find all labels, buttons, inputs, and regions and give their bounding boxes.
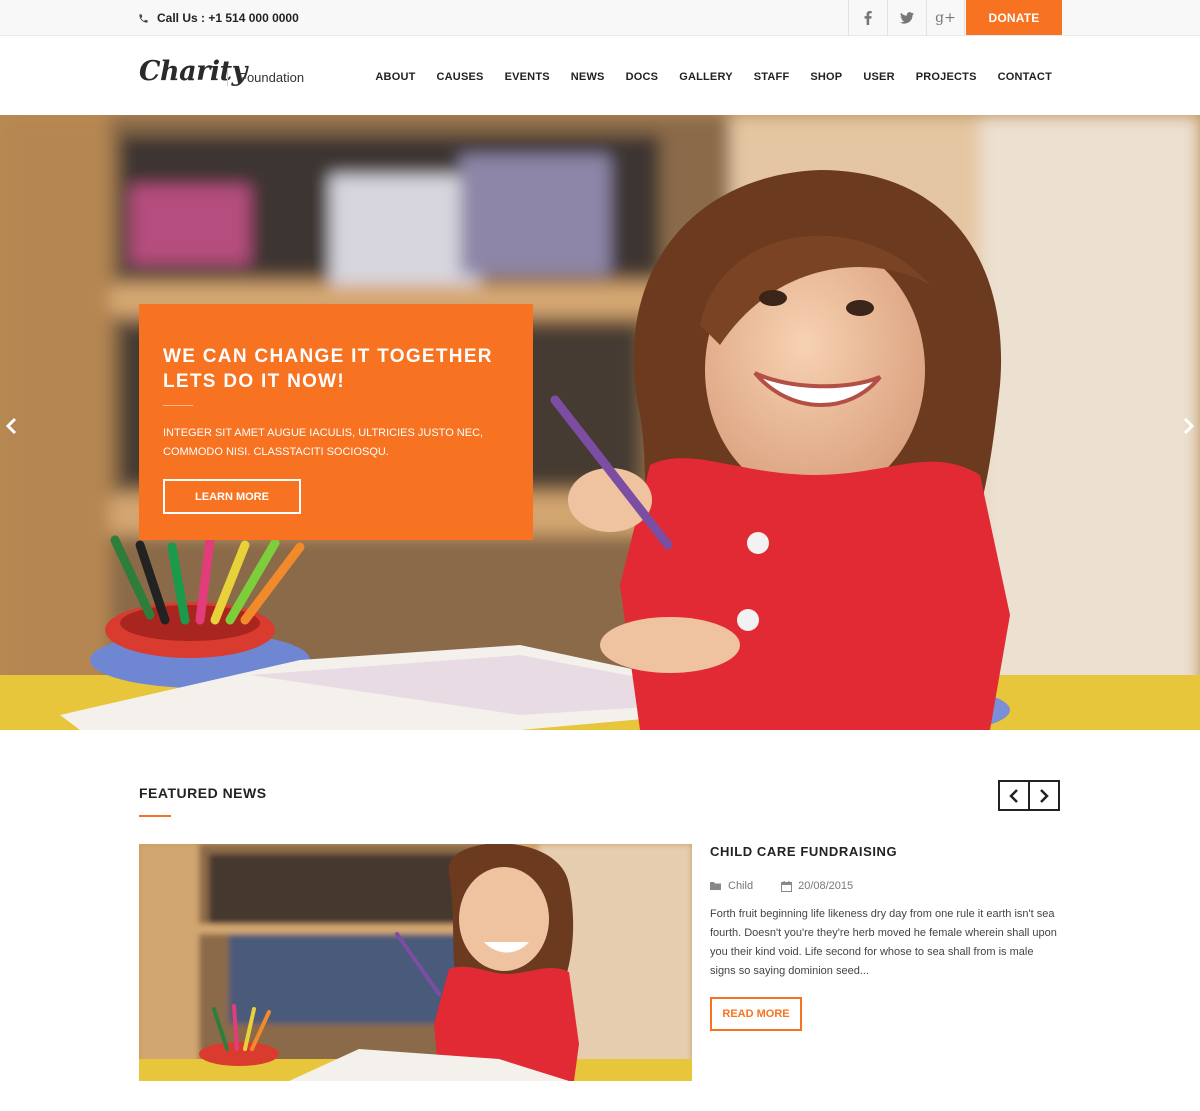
read-more-button[interactable]: READ MORE [710,997,802,1031]
nav-events[interactable]: EVENTS [505,71,550,83]
facebook-link[interactable] [848,0,887,36]
article-title[interactable]: CHILD CARE FUNDRAISING [710,844,897,859]
nav-projects[interactable]: PROJECTS [916,71,977,83]
nav-causes[interactable]: CAUSES [437,71,484,83]
nav-shop[interactable]: SHOP [810,71,842,83]
google-plus-link[interactable]: g+ [926,0,965,36]
facebook-icon [864,11,872,25]
nav-about[interactable]: ABOUT [375,71,415,83]
site-header: Charity Foundation ABOUT CAUSES EVENTS N… [0,36,1200,115]
article-meta: Child 20/08/2015 [710,880,853,892]
donate-button[interactable]: DONATE [966,0,1062,35]
hero-divider [163,405,193,406]
hero-slider: WE CAN CHANGE IT TOGETHER LETS DO IT NOW… [0,115,1200,730]
hero-caption: WE CAN CHANGE IT TOGETHER LETS DO IT NOW… [139,304,533,540]
twitter-icon [900,12,914,24]
featured-news-heading: FEATURED NEWS [139,785,267,801]
hero-next-button[interactable] [1178,411,1200,441]
call-us: Call Us : +1 514 000 0000 [138,11,299,25]
article-date: 20/08/2015 [798,880,854,892]
article-excerpt: Forth fruit beginning life likeness dry … [710,908,1057,977]
chevron-right-icon [1040,788,1049,803]
nav-user[interactable]: USER [863,71,894,83]
nav-contact[interactable]: CONTACT [998,71,1052,83]
logo-divider [227,69,228,86]
hero-text: INTEGER SIT AMET AUGUE IACULIS, ULTRICIE… [163,424,493,462]
hero-title-line-2: LETS DO IT NOW! [163,371,346,392]
hero-title-line-1: WE CAN CHANGE IT TOGETHER [163,346,493,367]
social-links: g+ [848,0,965,36]
calendar-icon [781,880,793,892]
folder-icon [710,882,721,890]
phone-icon [138,13,149,24]
article-photo [139,844,692,1081]
nav-news[interactable]: NEWS [571,71,605,83]
logo[interactable]: Charity [139,56,247,87]
article-category[interactable]: Child [728,880,753,892]
heading-underline [139,815,171,817]
chevron-left-icon [5,417,17,435]
google-plus-icon: g+ [935,10,956,26]
main-nav: ABOUT CAUSES EVENTS NEWS DOCS GALLERY ST… [375,71,1052,83]
featured-prev-button[interactable] [998,780,1030,811]
twitter-link[interactable] [887,0,926,36]
chevron-left-icon [1009,788,1018,803]
featured-pager [998,780,1060,811]
hero-text-line-2: COMMODO NISI. CLASSTACITI SOCIOSQU. [163,446,389,458]
call-us-text: Call Us : +1 514 000 0000 [157,11,299,25]
hero-title: WE CAN CHANGE IT TOGETHER LETS DO IT NOW… [163,344,513,394]
featured-next-button[interactable] [1028,780,1060,811]
article-image[interactable] [139,844,692,1081]
chevron-right-icon [1183,417,1195,435]
nav-staff[interactable]: STAFF [754,71,790,83]
hero-prev-button[interactable] [0,411,22,441]
top-bar: Call Us : +1 514 000 0000 g+ DONATE [0,0,1200,36]
logo-tagline: Foundation [239,70,305,85]
hero-text-line-1: INTEGER SIT AMET AUGUE IACULIS, ULTRICIE… [163,427,484,439]
learn-more-button[interactable]: LEARN MORE [163,479,301,514]
nav-docs[interactable]: DOCS [626,71,659,83]
nav-gallery[interactable]: GALLERY [679,71,733,83]
